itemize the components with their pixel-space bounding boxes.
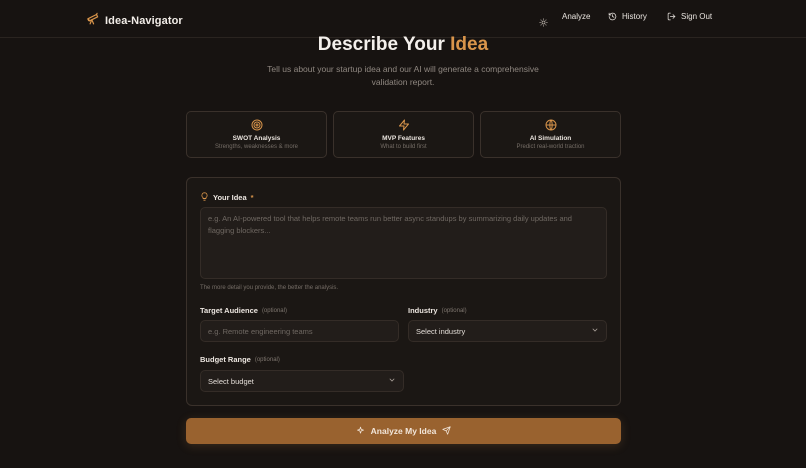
required-marker: *	[250, 193, 254, 202]
optional-tag: (optional)	[254, 356, 280, 363]
feature-title: AI Simulation	[529, 135, 572, 142]
idea-textarea[interactable]: e.g. An AI-powered tool that helps remot…	[200, 207, 607, 279]
feature-card-mvp: MVP Features What to build first	[333, 111, 474, 158]
feature-title: MVP Features	[382, 135, 425, 142]
nav-analyze-label: Analyze	[562, 12, 591, 21]
feature-subtitle: What to build first	[380, 144, 427, 150]
audience-label-text: Target Audience	[200, 306, 258, 315]
industry-label: Industry (optional)	[408, 306, 467, 315]
budget-label-text: Budget Range	[200, 355, 251, 364]
feature-card-swot: SWOT Analysis Strengths, weaknesses & mo…	[186, 111, 327, 158]
nav-analyze-link[interactable]: Analyze	[562, 12, 590, 21]
budget-select-value: Select budget	[208, 376, 254, 386]
feature-subtitle: Predict real-world traction	[516, 144, 585, 150]
audience-label: Target Audience (optional)	[200, 306, 287, 315]
page-title-prefix: Describe Your	[317, 34, 451, 55]
log-out-icon	[667, 12, 676, 21]
feature-title: SWOT Analysis	[232, 135, 281, 142]
idea-hint: The more detail you provide, the better …	[200, 285, 339, 291]
theme-toggle-sun-icon[interactable]	[539, 14, 548, 32]
nav-history-link[interactable]: History	[608, 12, 647, 21]
industry-select-value: Select industry	[416, 326, 466, 336]
industry-select[interactable]: Select industry	[408, 320, 607, 342]
target-audience-input[interactable]: e.g. Remote engineering teams	[200, 320, 399, 342]
page-title-accent: Idea	[450, 34, 489, 55]
brand-name: Idea-Navigator	[105, 14, 183, 27]
feature-subtitle: Strengths, weaknesses & more	[214, 144, 299, 150]
nav-history-label: History	[622, 12, 647, 21]
optional-tag: (optional)	[261, 307, 287, 314]
target-icon	[251, 118, 263, 136]
nav-sign-out-label: Sign Out	[681, 12, 713, 21]
history-icon	[608, 12, 617, 21]
chevron-down-icon	[591, 326, 599, 336]
chevron-down-icon	[388, 376, 396, 386]
optional-tag: (optional)	[441, 307, 467, 314]
industry-label-text: Industry	[408, 306, 438, 315]
globe-icon	[545, 118, 557, 136]
telescope-icon	[86, 11, 100, 30]
budget-label: Budget Range (optional)	[200, 355, 280, 364]
page-title: Describe Your Idea	[0, 34, 806, 56]
nav-sign-out-link[interactable]: Sign Out	[667, 12, 712, 21]
idea-label: Your Idea *	[200, 192, 254, 203]
top-nav: Idea-Navigator Analyze History Sign Out	[0, 0, 806, 38]
sparkles-icon	[356, 426, 365, 437]
feature-card-simulation: AI Simulation Predict real-world tractio…	[480, 111, 621, 158]
send-icon	[442, 425, 451, 437]
analyze-idea-label: Analyze My Idea	[370, 426, 437, 436]
budget-select[interactable]: Select budget	[200, 370, 404, 392]
brand-logo[interactable]: Idea-Navigator	[86, 11, 183, 30]
zap-icon	[398, 118, 410, 136]
page-subtitle: Tell us about your startup idea and our …	[267, 64, 539, 87]
idea-label-text: Your Idea	[213, 193, 247, 202]
analyze-idea-button[interactable]: Analyze My Idea	[186, 418, 621, 444]
lightbulb-icon	[200, 192, 209, 203]
